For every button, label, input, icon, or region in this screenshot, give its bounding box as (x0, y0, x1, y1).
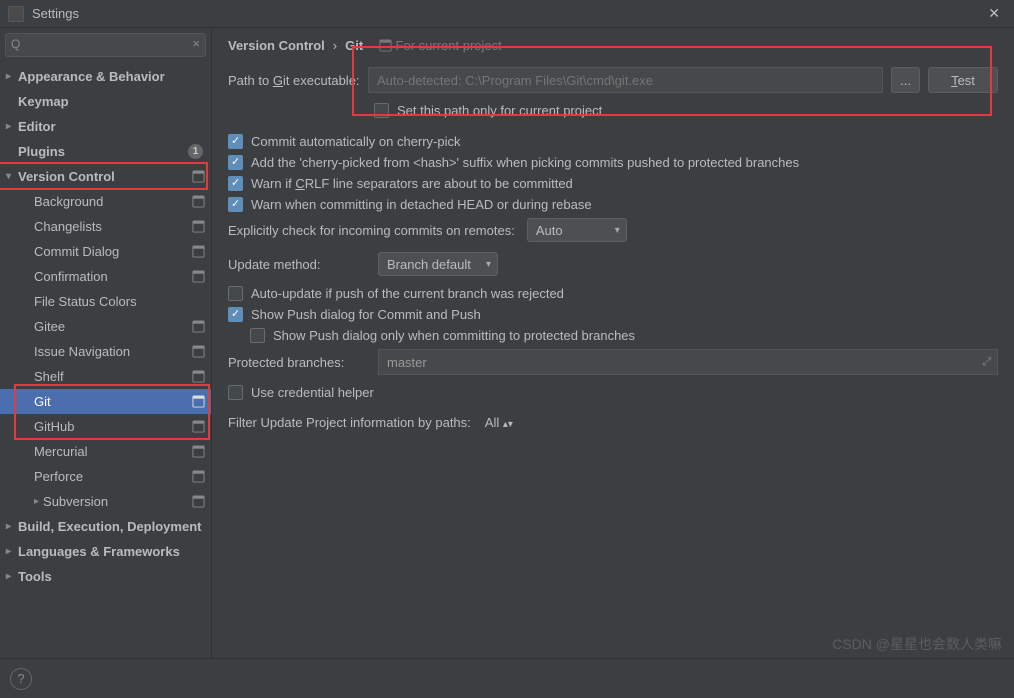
sidebar-item-file-status-colors[interactable]: File Status Colors (0, 289, 211, 314)
window-title: Settings (32, 6, 982, 21)
filter-label: Filter Update Project information by pat… (228, 415, 471, 430)
sidebar-item-background[interactable]: Background (0, 189, 211, 214)
credential-helper-checkbox[interactable]: Use credential helper (228, 385, 998, 400)
crlf-warn-checkbox[interactable]: Warn if CRLF line separators are about t… (228, 176, 998, 191)
breadcrumb-root[interactable]: Version Control (228, 38, 325, 53)
sidebar-item-issue-navigation[interactable]: Issue Navigation (0, 339, 211, 364)
chevron-right-icon: › (333, 38, 337, 53)
test-button[interactable]: Test (928, 67, 998, 93)
show-push-checkbox[interactable]: Show Push dialog for Commit and Push (228, 307, 998, 322)
cherry-suffix-checkbox[interactable]: Add the 'cherry-picked from <hash>' suff… (228, 155, 998, 170)
sidebar-item-mercurial[interactable]: Mercurial (0, 439, 211, 464)
settings-tree: ▸Appearance & Behavior Keymap ▸Editor Pl… (0, 62, 211, 658)
main-panel: Version Control › Git For current projec… (212, 28, 1014, 658)
project-scope-icon (192, 170, 205, 183)
clear-search-icon[interactable]: × (192, 36, 200, 51)
filter-value-link[interactable]: All ▴▾ (485, 415, 513, 430)
sidebar-item-subversion[interactable]: ▸Subversion (0, 489, 211, 514)
search-icon: Q (11, 37, 20, 51)
show-push-protected-checkbox[interactable]: Show Push dialog only when committing to… (250, 328, 998, 343)
project-scope-icon (192, 420, 205, 433)
sidebar-item-tools[interactable]: ▸Tools (0, 564, 211, 589)
search-input[interactable] (5, 33, 206, 57)
sidebar-item-keymap[interactable]: Keymap (0, 89, 211, 114)
git-path-input[interactable] (368, 67, 883, 93)
protected-label: Protected branches: (228, 355, 378, 370)
sidebar-item-github[interactable]: GitHub (0, 414, 211, 439)
breadcrumb: Version Control › Git For current projec… (228, 38, 998, 53)
sidebar-item-commit-dialog[interactable]: Commit Dialog (0, 239, 211, 264)
auto-update-checkbox[interactable]: Auto-update if push of the current branc… (228, 286, 998, 301)
project-scope-icon (192, 345, 205, 358)
sidebar-item-plugins[interactable]: Plugins1 (0, 139, 211, 164)
sidebar-item-build[interactable]: ▸Build, Execution, Deployment (0, 514, 211, 539)
incoming-combo[interactable]: Auto (527, 218, 627, 242)
project-scope-icon (192, 245, 205, 258)
project-scope-note: For current project (379, 38, 502, 53)
plugins-badge: 1 (188, 144, 203, 159)
search-box: Q × (5, 33, 206, 57)
app-logo-icon (8, 6, 24, 22)
incoming-label: Explicitly check for incoming commits on… (228, 223, 515, 238)
sidebar-item-changelists[interactable]: Changelists (0, 214, 211, 239)
protected-branches-input[interactable]: master⤢ (378, 349, 998, 375)
sidebar: Q × ▸Appearance & Behavior Keymap ▸Edito… (0, 28, 212, 658)
project-scope-icon (192, 470, 205, 483)
detached-warn-checkbox[interactable]: Warn when committing in detached HEAD or… (228, 197, 998, 212)
project-scope-icon (192, 395, 205, 408)
expand-icon[interactable]: ⤢ (982, 356, 991, 369)
dialog-footer: ? (0, 658, 1014, 698)
sidebar-item-gitee[interactable]: Gitee (0, 314, 211, 339)
project-scope-icon (192, 445, 205, 458)
sidebar-item-shelf[interactable]: Shelf (0, 364, 211, 389)
browse-button[interactable]: ... (891, 67, 920, 93)
update-method-label: Update method: (228, 257, 378, 272)
project-scope-icon (192, 370, 205, 383)
project-scope-icon (192, 195, 205, 208)
git-path-label: Path to Git executable: (228, 73, 368, 88)
project-scope-icon (192, 220, 205, 233)
project-scope-icon (192, 320, 205, 333)
sidebar-item-git[interactable]: Git (0, 389, 211, 414)
sidebar-item-appearance[interactable]: ▸Appearance & Behavior (0, 64, 211, 89)
project-scope-icon (192, 495, 205, 508)
sidebar-item-editor[interactable]: ▸Editor (0, 114, 211, 139)
sidebar-item-version-control[interactable]: ▾Version Control (0, 164, 211, 189)
sidebar-item-languages[interactable]: ▸Languages & Frameworks (0, 539, 211, 564)
sidebar-item-perforce[interactable]: Perforce (0, 464, 211, 489)
help-button[interactable]: ? (10, 668, 32, 690)
breadcrumb-current: Git (345, 38, 363, 53)
close-icon[interactable]: ✕ (982, 5, 1006, 22)
set-path-only-checkbox[interactable]: Set this path only for current project (374, 103, 998, 118)
cherry-pick-auto-checkbox[interactable]: Commit automatically on cherry-pick (228, 134, 998, 149)
project-scope-icon (192, 270, 205, 283)
update-method-combo[interactable]: Branch default (378, 252, 498, 276)
sidebar-item-confirmation[interactable]: Confirmation (0, 264, 211, 289)
